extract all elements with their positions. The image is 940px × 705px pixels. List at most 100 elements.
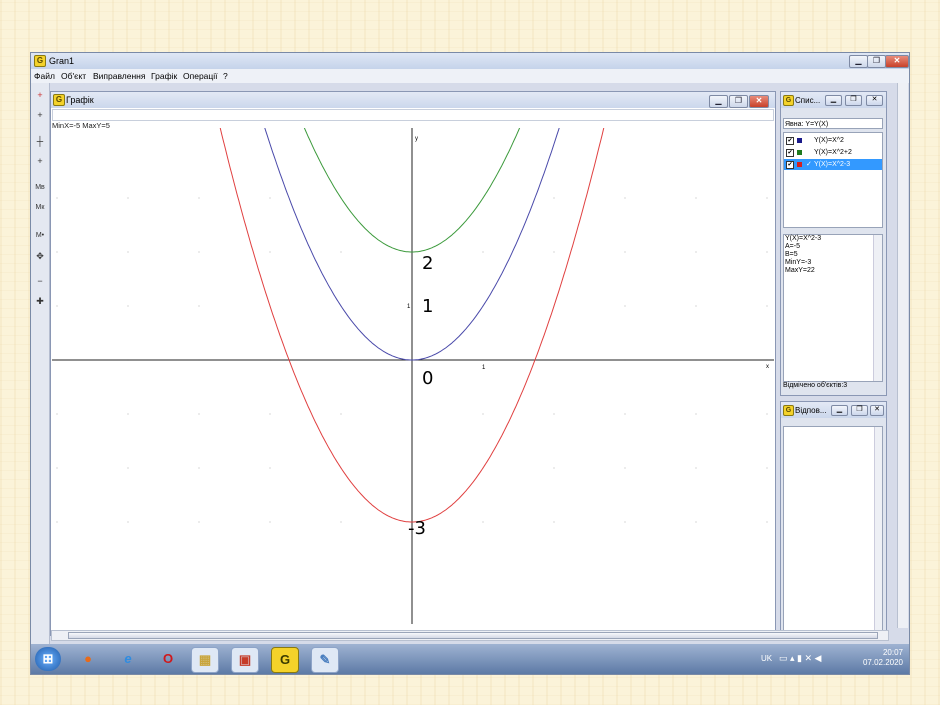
list-close-button[interactable]: ✕: [866, 95, 883, 106]
checkbox[interactable]: ✔: [786, 137, 794, 145]
mk-tool[interactable]: Mк: [32, 200, 48, 216]
taskbar: ⊞ ● e O ▦ ▣ G ✎ UK ▭ ▴ ▮ ✕ ◀ 20:07 07.02…: [31, 644, 909, 674]
y-tick-one: 1: [407, 304, 411, 310]
grid-dot: [269, 197, 271, 199]
opera-icon[interactable]: O: [155, 647, 181, 671]
graph-maximize-button[interactable]: ❐: [729, 95, 748, 108]
grid-dot: [766, 521, 768, 523]
function-type-field[interactable]: Явна: Y=Y(X): [783, 118, 883, 129]
close-button[interactable]: ✕: [885, 55, 909, 68]
clock-date: 07.02.2020: [862, 658, 903, 667]
checkbox[interactable]: ✔: [786, 149, 794, 157]
x-axis-label: x: [766, 364, 769, 370]
response-area[interactable]: [783, 426, 883, 631]
list-window-title: Спис...: [795, 96, 821, 105]
info-formula: Y(X)=X^2-3: [785, 235, 822, 242]
grid-dot: [695, 305, 697, 307]
grid-dot: [766, 305, 768, 307]
label-one: 1: [422, 296, 433, 317]
keyboard-icon[interactable]: ▭ ▴ ▮ ✕ ◀: [779, 653, 821, 664]
grid-dot: [198, 467, 200, 469]
language-indicator[interactable]: UK: [761, 654, 772, 663]
clock[interactable]: 20:07 07.02.2020: [863, 648, 903, 668]
mdot-tool[interactable]: M•: [32, 228, 48, 244]
grid-dot: [269, 521, 271, 523]
function-list: ✔ Y(X)=X^2 ✔ Y(X)=X^2+2 ✔ ✓ Y(X)=X^2-3: [783, 132, 883, 228]
menu-bar: Файл Об'єкт Виправлення Графік Операції …: [31, 69, 909, 83]
label-two: 2: [422, 253, 433, 274]
info-maxy: MaxY=22: [785, 267, 815, 274]
grid-dot: [127, 521, 129, 523]
firefox-icon[interactable]: ●: [75, 647, 101, 671]
response-scrollbar[interactable]: [874, 427, 882, 630]
graph-input-bar[interactable]: [52, 109, 774, 121]
app-vertical-scrollbar[interactable]: [897, 83, 908, 628]
gran-logo-icon: G: [53, 94, 65, 106]
grid-dot: [127, 305, 129, 307]
list-item[interactable]: ✔ Y(X)=X^2: [784, 135, 882, 146]
maximize-button[interactable]: ❐: [867, 55, 886, 68]
menu-help[interactable]: ?: [223, 71, 228, 81]
internet-explorer-icon[interactable]: e: [115, 647, 141, 671]
grid-dot: [624, 251, 626, 253]
graph-minimize-button[interactable]: ▁: [709, 95, 728, 108]
grid-dot: [198, 305, 200, 307]
grid-dot: [127, 413, 129, 415]
minimize-button[interactable]: ▁: [849, 55, 868, 68]
grid-dot: [695, 413, 697, 415]
x-tick-one: 1: [482, 365, 486, 371]
item-label: Y(X)=X^2: [814, 137, 844, 144]
gran-icon[interactable]: G: [271, 647, 299, 673]
cross-tool[interactable]: +: [32, 107, 48, 123]
plus-small-tool[interactable]: ✚: [32, 293, 48, 309]
paint-icon[interactable]: ✎: [311, 647, 339, 673]
response-minimize-button[interactable]: ▁: [831, 405, 848, 416]
graph-plot[interactable]: x y 1 1 2 1 0 -3: [52, 128, 774, 624]
minus-tool[interactable]: −: [32, 273, 48, 289]
gran-logo-icon: G: [34, 55, 46, 67]
response-close-button[interactable]: ✕: [870, 405, 884, 416]
label-minus-three: -3: [408, 518, 426, 539]
grid-dot: [766, 251, 768, 253]
graph-close-button[interactable]: ✕: [749, 95, 769, 108]
grid-dot: [482, 521, 484, 523]
grid-dot: [198, 413, 200, 415]
move-tool[interactable]: ✥: [32, 248, 48, 264]
checkbox[interactable]: ✔: [786, 161, 794, 169]
grid-dot: [695, 467, 697, 469]
list-window: G Спис... ▁ ❐ ✕ Явна: Y=Y(X) ✔ Y(X)=X^2 …: [780, 91, 887, 396]
grid-dot: [340, 413, 342, 415]
clock-time: 20:07: [882, 648, 903, 657]
slideshow-icon[interactable]: ▣: [231, 647, 259, 673]
list-item[interactable]: ✔ Y(X)=X^2+2: [784, 147, 882, 158]
gran-app-window: G Gran1 ▁ ❐ ✕ Файл Об'єкт Виправлення Гр…: [30, 52, 910, 675]
file-manager-icon[interactable]: ▦: [191, 647, 219, 673]
info-scrollbar[interactable]: [873, 235, 882, 381]
response-maximize-button[interactable]: ❐: [851, 405, 868, 416]
grid-dot: [56, 251, 58, 253]
item-label: Y(X)=X^2-3: [814, 161, 851, 168]
graph-window: G Графік ▁ ❐ ✕ MinX=-5 MaxY=5 x y 1 1 2 …: [50, 91, 776, 636]
scroll-thumb[interactable]: [68, 632, 878, 639]
grid-dot: [624, 467, 626, 469]
menu-operations[interactable]: Операції: [183, 71, 218, 81]
horizontal-scrollbar[interactable]: [51, 630, 889, 641]
start-button[interactable]: ⊞: [35, 647, 61, 671]
response-window-titlebar: G Відпов... ▁ ❐ ✕: [781, 402, 886, 418]
grid-dot: [127, 197, 129, 199]
menu-file[interactable]: Файл: [34, 71, 55, 81]
add-point-tool[interactable]: +: [32, 87, 48, 103]
list-item-selected[interactable]: ✔ ✓ Y(X)=X^2-3: [784, 159, 882, 170]
plus-tool[interactable]: +: [32, 153, 48, 169]
menu-edit[interactable]: Виправлення: [93, 71, 145, 81]
grid-dot: [553, 467, 555, 469]
list-minimize-button[interactable]: ▁: [825, 95, 842, 106]
grid-dot: [56, 413, 58, 415]
list-maximize-button[interactable]: ❐: [845, 95, 862, 106]
item-label: Y(X)=X^2+2: [814, 149, 852, 156]
menu-object[interactable]: Об'єкт: [61, 71, 86, 81]
coordinate-tool[interactable]: ┼: [32, 133, 48, 149]
grid-dot: [56, 467, 58, 469]
mb-tool[interactable]: Mв: [32, 180, 48, 196]
menu-graph[interactable]: Графік: [151, 71, 177, 81]
